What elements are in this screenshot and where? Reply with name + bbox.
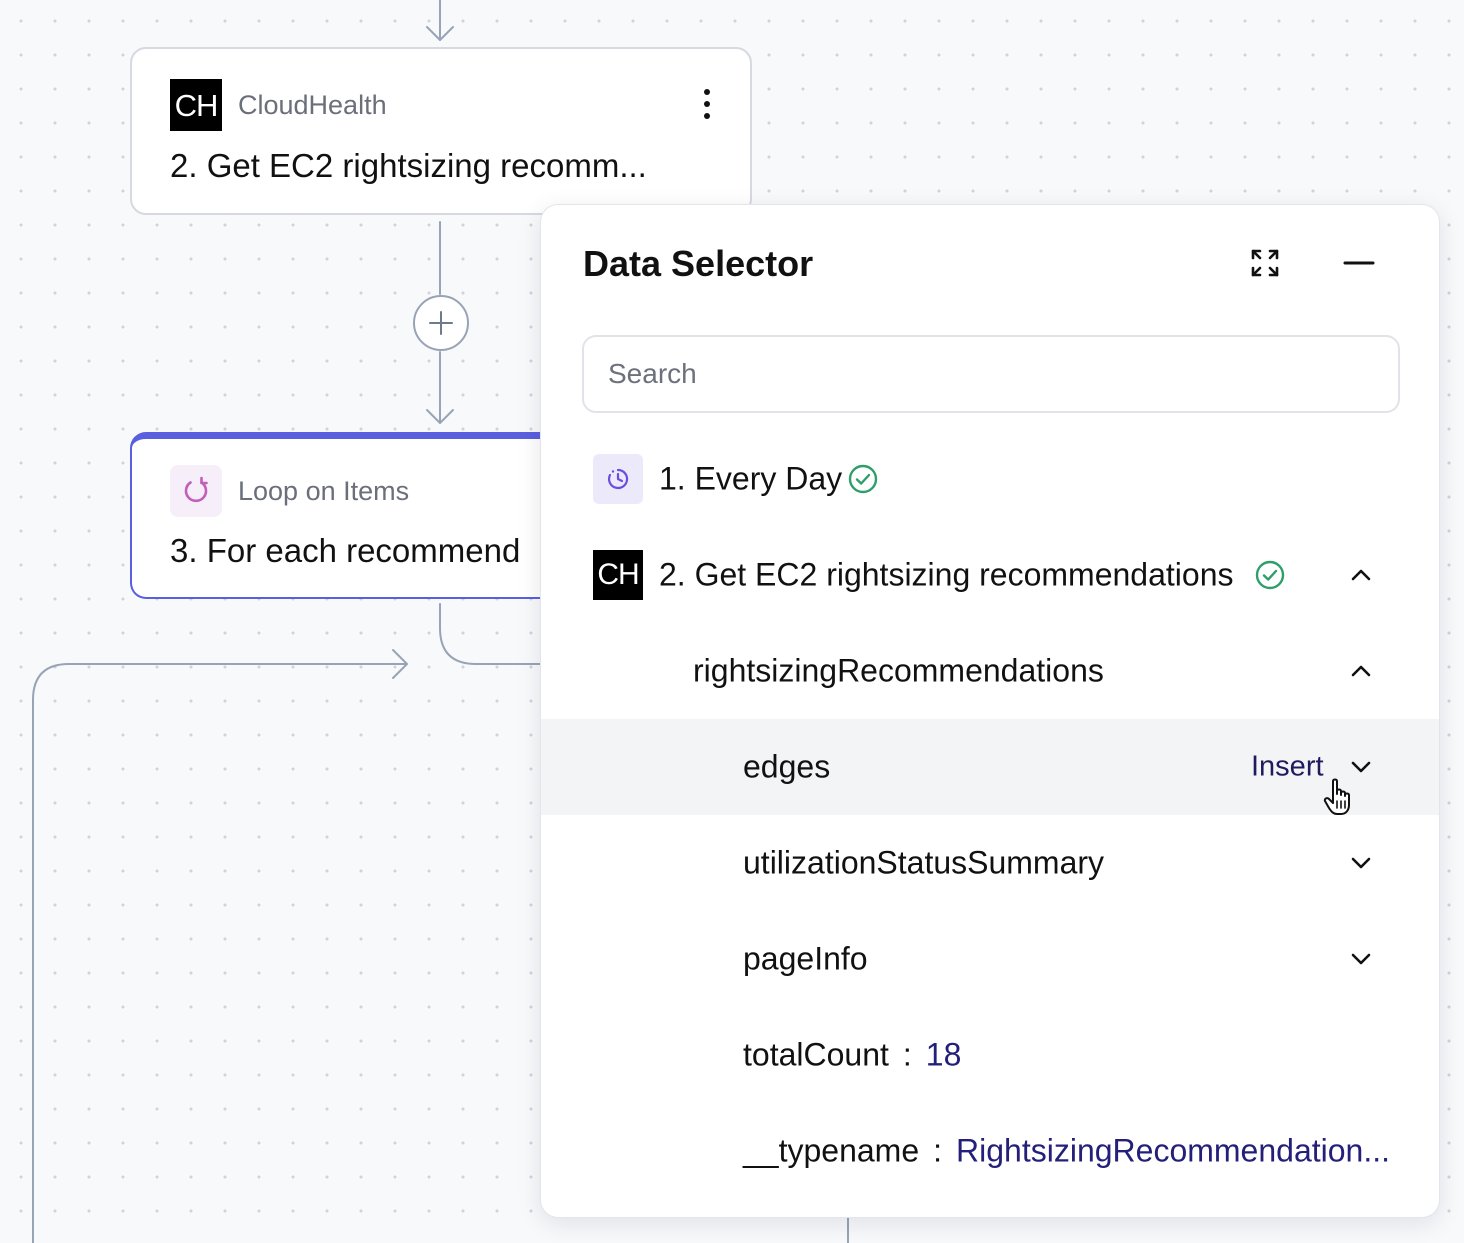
search-input[interactable] — [582, 335, 1400, 413]
chevron-up-icon[interactable] — [1349, 563, 1373, 587]
chevron-down-icon[interactable] — [1349, 851, 1373, 875]
step-card-loop[interactable]: Loop on Items 3. For each recommend — [130, 432, 610, 599]
success-check-icon — [1255, 560, 1285, 590]
tree-item-label: utilizationStatusSummary — [743, 844, 1105, 881]
key-value-pair: __typename: RightsizingRecommendation... — [743, 1133, 1390, 1170]
tree-item-total-count[interactable]: totalCount:18 — [541, 1007, 1439, 1103]
panel-title: Data Selector — [583, 243, 814, 284]
tree-item-label: rightsizingRecommendations — [693, 652, 1104, 689]
step-item-every-day[interactable]: 1. Every Day — [541, 431, 1439, 527]
loop-icon — [170, 465, 222, 517]
field-key: totalCount — [743, 1036, 889, 1073]
minimize-button[interactable] — [1341, 245, 1377, 281]
step-item-label: 1. Every Day — [659, 460, 843, 497]
insert-button[interactable]: Insert — [1251, 751, 1324, 784]
key-value-pair: totalCount:18 — [743, 1037, 961, 1074]
step-app-name: CloudHealth — [238, 89, 387, 120]
field-value: RightsizingRecommendation... — [956, 1132, 1390, 1169]
step-title: 2. Get EC2 rightsizing recomm... — [170, 147, 647, 184]
step-item-label: 2. Get EC2 rightsizing recommendations — [659, 556, 1234, 593]
tree-item-utilization-status-summary[interactable]: utilizationStatusSummary — [541, 815, 1439, 911]
expand-icon — [1251, 249, 1279, 277]
tree-item-typename[interactable]: __typename: RightsizingRecommendation... — [541, 1103, 1439, 1199]
plus-icon — [429, 311, 453, 335]
chevron-down-icon[interactable] — [1349, 755, 1373, 779]
field-value: 18 — [925, 1036, 962, 1073]
chevron-down-icon[interactable] — [1349, 947, 1373, 971]
step-item-get-ec2[interactable]: CH 2. Get EC2 rightsizing recommendation… — [541, 527, 1439, 623]
tree-item-rightsizing-recommendations[interactable]: rightsizingRecommendations — [541, 623, 1439, 719]
expand-button[interactable] — [1247, 245, 1283, 281]
field-key: __typename — [743, 1132, 920, 1169]
more-options-icon[interactable] — [702, 89, 712, 123]
tree-item-page-info[interactable]: pageInfo — [541, 911, 1439, 1007]
step-app-row: Loop on Items — [170, 465, 409, 517]
data-selector-panel: Data Selector 1. Every Day — [540, 204, 1440, 1218]
tree-item-label: pageInfo — [743, 940, 868, 977]
key-value-separator: : — [902, 1036, 912, 1073]
key-value-separator: : — [933, 1132, 943, 1169]
minus-icon — [1343, 261, 1375, 265]
step-app-name: Loop on Items — [238, 475, 410, 506]
cloudhealth-logo-icon: CH — [593, 550, 643, 600]
step-card-get-ec2[interactable]: CH CloudHealth 2. Get EC2 rightsizing re… — [130, 47, 752, 215]
step-app-row: CH CloudHealth — [170, 79, 387, 131]
add-step-button[interactable] — [413, 295, 469, 351]
step-title: 3. For each recommend — [170, 532, 521, 569]
success-check-icon — [848, 464, 878, 494]
hand-pointer-cursor-icon — [1323, 778, 1350, 815]
tree-item-label: edges — [743, 748, 831, 785]
chevron-up-icon[interactable] — [1349, 659, 1373, 683]
tree-item-edges[interactable]: edges Insert — [541, 719, 1439, 815]
schedule-icon — [593, 454, 643, 504]
cloudhealth-logo-icon: CH — [170, 79, 222, 131]
